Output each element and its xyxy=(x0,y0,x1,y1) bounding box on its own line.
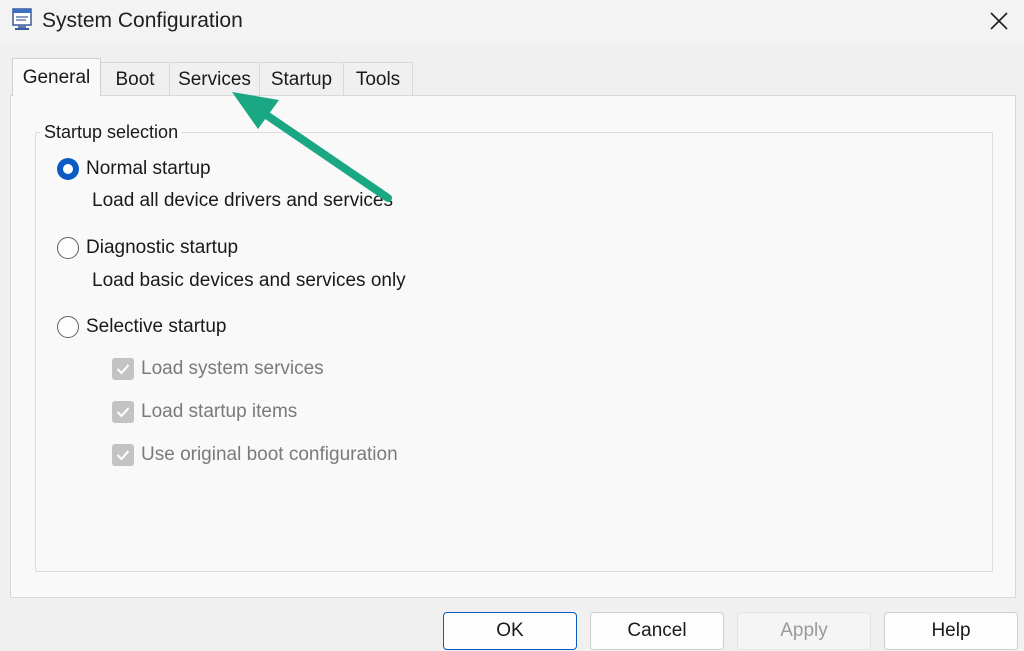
use-original-boot-config-checkbox[interactable]: Use original boot configuration xyxy=(112,444,398,466)
load-system-services-label: Load system services xyxy=(141,358,324,379)
tab-tools[interactable]: Tools xyxy=(343,62,413,96)
diagnostic-startup-description: Load basic devices and services only xyxy=(92,270,406,291)
general-tab-panel: Startup selection Normal startup Load al… xyxy=(10,95,1016,598)
use-original-boot-config-label: Use original boot configuration xyxy=(141,444,398,465)
apply-button[interactable]: Apply xyxy=(737,612,871,650)
normal-startup-radio[interactable]: Normal startup xyxy=(57,158,211,180)
title-bar: System Configuration xyxy=(0,0,1024,44)
normal-startup-description: Load all device drivers and services xyxy=(92,190,393,211)
checkmark-icon xyxy=(112,401,134,423)
tab-startup[interactable]: Startup xyxy=(259,62,344,96)
close-icon xyxy=(990,12,1008,30)
window-title: System Configuration xyxy=(42,9,243,32)
cancel-button[interactable]: Cancel xyxy=(590,612,724,650)
startup-selection-legend: Startup selection xyxy=(40,122,183,143)
load-startup-items-label: Load startup items xyxy=(141,401,298,422)
help-button[interactable]: Help xyxy=(884,612,1018,650)
diagnostic-startup-radio[interactable]: Diagnostic startup xyxy=(57,237,238,259)
ok-button[interactable]: OK xyxy=(443,612,577,650)
load-startup-items-checkbox[interactable]: Load startup items xyxy=(112,401,297,423)
tab-services[interactable]: Services xyxy=(169,62,260,96)
normal-startup-label: Normal startup xyxy=(86,158,211,179)
checkmark-icon xyxy=(112,444,134,466)
msconfig-icon xyxy=(12,8,32,30)
close-button[interactable] xyxy=(980,4,1018,38)
tab-general[interactable]: General xyxy=(12,58,101,96)
radio-unchecked-icon xyxy=(57,237,79,259)
selective-startup-radio[interactable]: Selective startup xyxy=(57,316,226,338)
radio-checked-icon xyxy=(57,158,79,180)
load-system-services-checkbox[interactable]: Load system services xyxy=(112,358,324,380)
checkmark-icon xyxy=(112,358,134,380)
tab-strip: General Boot Services Startup Tools xyxy=(0,58,1024,96)
diagnostic-startup-label: Diagnostic startup xyxy=(86,237,239,258)
selective-startup-label: Selective startup xyxy=(86,316,227,337)
radio-unchecked-icon xyxy=(57,316,79,338)
tab-boot[interactable]: Boot xyxy=(100,62,170,96)
